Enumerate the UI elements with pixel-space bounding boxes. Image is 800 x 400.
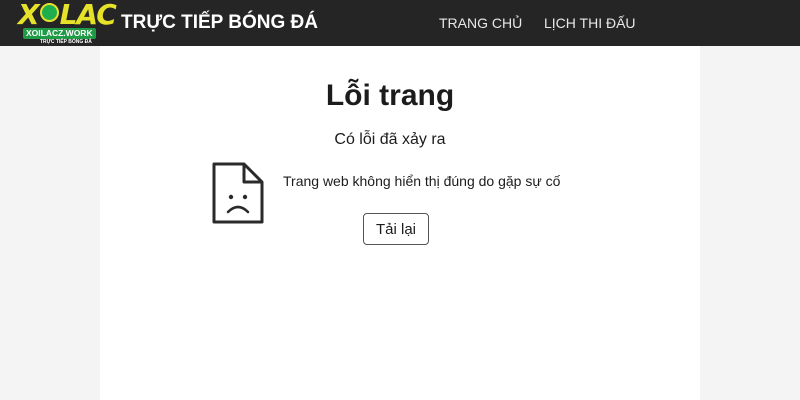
- logo-wordmark: X LAC: [18, 0, 117, 31]
- error-title: Lỗi trang: [325, 79, 455, 112]
- sad-document-icon: [212, 162, 264, 224]
- logo-wordmark-left: X: [18, 0, 40, 31]
- error-panel: Lỗi trang Có lỗi đã xảy ra Trang web khô…: [100, 46, 700, 400]
- site-logo[interactable]: X LAC XOILACZ.WORK TRỰC TIẾP BÓNG ĐÁ: [18, 0, 117, 46]
- football-icon: [39, 3, 59, 22]
- reload-button[interactable]: Tải lại: [363, 213, 429, 245]
- site-title[interactable]: TRỰC TIẾP BÓNG ĐÁ: [121, 11, 318, 35]
- logo-wordmark-right: LAC: [59, 0, 117, 31]
- error-description: Trang web không hiển thị đúng do gặp sự …: [283, 173, 561, 189]
- logo-tagline: TRỰC TIẾP BÓNG ĐÁ: [40, 39, 92, 45]
- error-subtitle: Có lỗi đã xảy ra: [334, 131, 446, 148]
- site-header: X LAC XOILACZ.WORK TRỰC TIẾP BÓNG ĐÁ TRỰC…: [0, 0, 800, 46]
- nav-link-schedule[interactable]: LỊCH THI ĐẤU: [544, 14, 636, 32]
- logo-domain-badge: XOILACZ.WORK: [23, 28, 96, 39]
- nav-link-home[interactable]: TRANG CHỦ: [439, 14, 522, 32]
